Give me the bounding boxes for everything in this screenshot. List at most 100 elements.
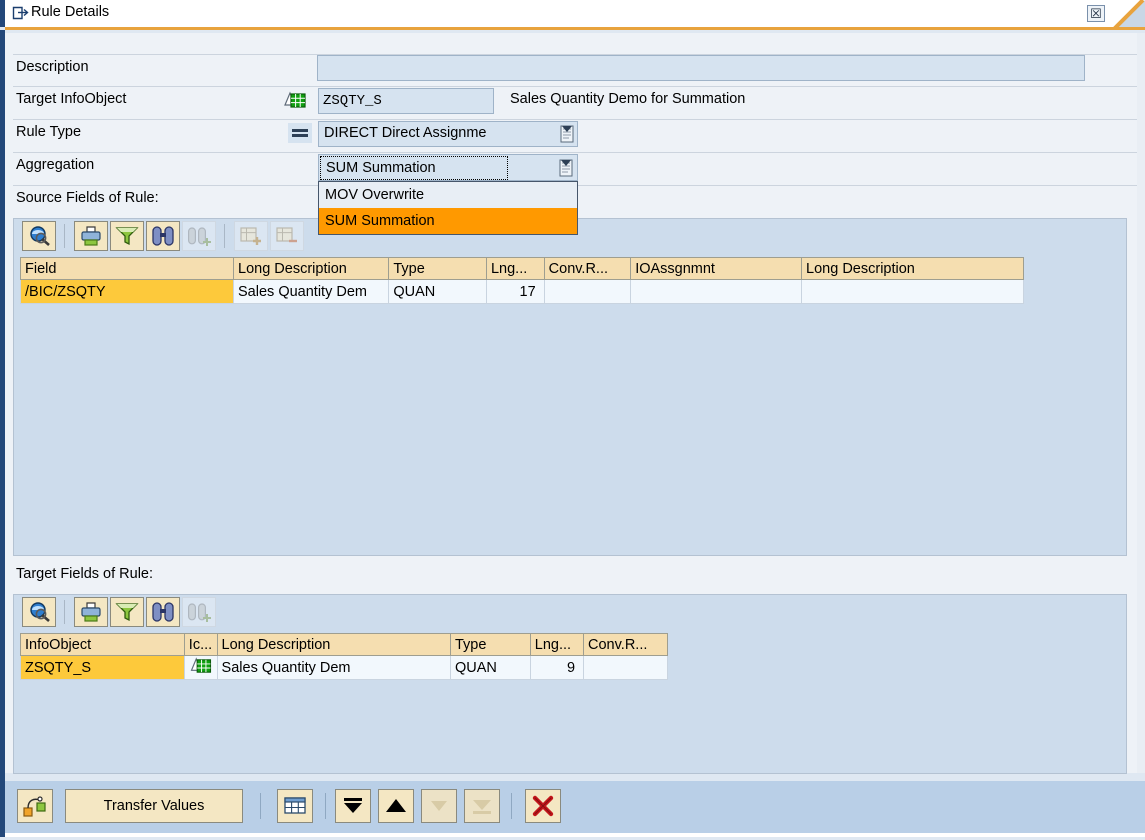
details-icon[interactable] — [22, 597, 56, 627]
target-fields-label: Target Fields of Rule: — [16, 566, 153, 582]
description-input[interactable] — [317, 55, 1085, 81]
target-grid-toolbar — [14, 595, 1126, 629]
window-left-accent — [0, 0, 5, 27]
table-row[interactable]: ZSQTY_S Sales Quantit — [21, 656, 668, 680]
cell-icon[interactable] — [184, 656, 217, 680]
target-fields-grid: InfoObject Ic... Long Description Type L… — [13, 594, 1127, 774]
cell-conv-r[interactable] — [584, 656, 668, 680]
last-row-icon — [469, 794, 495, 818]
column-header-icon[interactable]: Ic... — [184, 634, 217, 656]
delete-row-icon — [270, 221, 304, 251]
infoobject-keyfigure-icon — [190, 663, 212, 679]
target-fields-table: InfoObject Ic... Long Description Type L… — [20, 633, 668, 680]
print-icon[interactable] — [74, 597, 108, 627]
description-label: Description — [16, 59, 89, 75]
cell-long-description[interactable]: Sales Quantity Dem — [217, 656, 450, 680]
target-infoobject-description: Sales Quantity Demo for Summation — [510, 91, 745, 107]
transfer-values-button[interactable]: Transfer Values — [65, 789, 243, 823]
last-row-button — [464, 789, 500, 823]
column-header-infoobject[interactable]: InfoObject — [21, 634, 185, 656]
table-view-icon-button[interactable] — [277, 789, 313, 823]
next-row-icon — [426, 794, 452, 818]
source-fields-grid: Field Long Description Type Lng... Conv.… — [13, 218, 1127, 556]
title-underline — [5, 27, 1145, 30]
print-icon[interactable] — [74, 221, 108, 251]
cell-type[interactable]: QUAN — [389, 280, 487, 304]
dropdown-icon[interactable] — [559, 124, 575, 147]
cell-infoobject[interactable]: ZSQTY_S — [21, 656, 185, 680]
target-infoobject-input[interactable] — [318, 88, 494, 114]
row-divider — [13, 86, 1137, 87]
cell-length[interactable]: 9 — [530, 656, 583, 680]
aggregation-dropdown-list[interactable]: MOV Overwrite SUM Summation — [318, 181, 578, 235]
toolbar-divider — [224, 224, 225, 248]
transfer-values-icon-button[interactable] — [17, 789, 53, 823]
find-icon[interactable] — [146, 221, 180, 251]
next-row-button — [421, 789, 457, 823]
toolbar-divider — [64, 224, 65, 248]
source-fields-label: Source Fields of Rule: — [16, 190, 159, 206]
source-fields-table: Field Long Description Type Lng... Conv.… — [20, 257, 1024, 304]
previous-row-button[interactable] — [378, 789, 414, 823]
title-corner-decoration — [1090, 0, 1145, 30]
bottom-toolbar: Transfer Values — [5, 781, 1145, 833]
column-header-length[interactable]: Lng... — [530, 634, 583, 656]
cell-length[interactable]: 17 — [486, 280, 544, 304]
insert-row-icon — [234, 221, 268, 251]
find-icon[interactable] — [146, 597, 180, 627]
column-header-long-description-2[interactable]: Long Description — [802, 258, 1024, 280]
rule-type-label: Rule Type — [16, 124, 81, 140]
aggregation-value: SUM Summation — [320, 156, 508, 180]
column-header-ioassgnmnt[interactable]: IOAssgnmnt — [631, 258, 802, 280]
find-next-icon — [182, 597, 216, 627]
filter-icon[interactable] — [110, 221, 144, 251]
column-header-long-description[interactable]: Long Description — [217, 634, 450, 656]
table-header-row: InfoObject Ic... Long Description Type L… — [21, 634, 668, 656]
cell-type[interactable]: QUAN — [450, 656, 530, 680]
target-infoobject-label: Target InfoObject — [16, 91, 126, 107]
cell-long-description-2[interactable] — [802, 280, 1024, 304]
title-bar: Rule Details ☒ — [0, 0, 1145, 27]
column-header-conv-r[interactable]: Conv.R... — [584, 634, 668, 656]
cell-ioassgnmnt[interactable] — [631, 280, 802, 304]
row-divider — [13, 119, 1137, 120]
cancel-icon — [530, 794, 556, 818]
column-header-conv-r[interactable]: Conv.R... — [544, 258, 631, 280]
toolbar-divider — [64, 600, 65, 624]
previous-row-icon — [383, 794, 409, 818]
column-header-type[interactable]: Type — [389, 258, 487, 280]
first-row-icon — [340, 794, 366, 818]
cell-long-description[interactable]: Sales Quantity Dem — [234, 280, 389, 304]
column-header-field[interactable]: Field — [21, 258, 234, 280]
dropdown-option-sum[interactable]: SUM Summation — [319, 208, 577, 234]
rule-details-window: Rule Details ☒ Description Target InfoOb… — [0, 0, 1145, 840]
find-next-icon — [182, 221, 216, 251]
table-header-row: Field Long Description Type Lng... Conv.… — [21, 258, 1024, 280]
cell-conv-r[interactable] — [544, 280, 631, 304]
row-divider — [13, 152, 1137, 153]
rule-type-select[interactable]: DIRECT Direct Assignme — [318, 121, 578, 147]
aggregation-select[interactable]: SUM Summation — [318, 154, 578, 181]
dropdown-icon[interactable] — [558, 158, 574, 181]
aggregation-label: Aggregation — [16, 157, 94, 173]
details-icon[interactable] — [22, 221, 56, 251]
toolbar-divider — [325, 793, 326, 819]
filter-icon[interactable] — [110, 597, 144, 627]
dropdown-option-mov[interactable]: MOV Overwrite — [319, 182, 577, 208]
rule-type-value: DIRECT Direct Assignme — [324, 125, 487, 141]
column-header-type[interactable]: Type — [450, 634, 530, 656]
cancel-button[interactable] — [525, 789, 561, 823]
cell-field[interactable]: /BIC/ZSQTY — [21, 280, 234, 304]
column-header-length[interactable]: Lng... — [486, 258, 544, 280]
table-row[interactable]: /BIC/ZSQTY Sales Quantity Dem QUAN 17 — [21, 280, 1024, 304]
toolbar-divider — [511, 793, 512, 819]
column-header-long-description[interactable]: Long Description — [234, 258, 389, 280]
window-title: Rule Details — [31, 4, 109, 20]
infoobject-keyfigure-icon — [284, 91, 306, 113]
toolbar-divider — [260, 793, 261, 819]
rule-editor-icon — [12, 5, 29, 21]
first-row-button[interactable] — [335, 789, 371, 823]
equals-icon — [288, 123, 312, 143]
panel-inner: Description Target InfoObject Sales Quan… — [5, 33, 1137, 773]
main-panel: Description Target InfoObject Sales Quan… — [5, 33, 1145, 773]
